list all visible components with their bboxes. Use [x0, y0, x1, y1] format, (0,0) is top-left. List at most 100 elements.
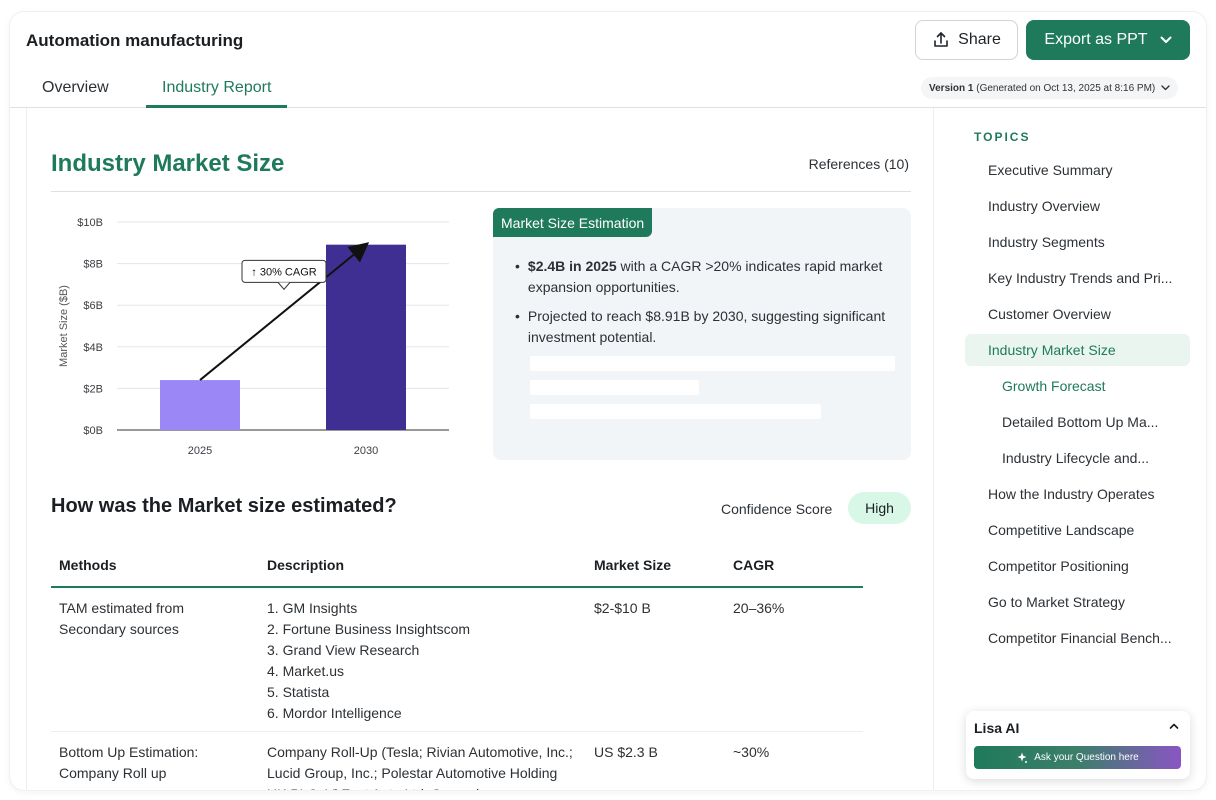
y-axis-label: Market Size ($B) [58, 285, 70, 367]
app-window: Automation manufacturing Share Export as… [10, 12, 1206, 790]
sparkle-icon [1017, 752, 1028, 763]
topic-label: Growth Forecast [1002, 378, 1106, 394]
ask-question-input[interactable]: Ask your Question here [974, 746, 1181, 769]
methods-table: Methods Description Market Size CAGR TAM… [51, 552, 863, 790]
topic-label: Industry Lifecycle and... [1002, 450, 1150, 466]
y-tick-label: $2B [83, 383, 103, 395]
estimation-bullet: • $2.4B in 2025 with a CAGR >20% indicat… [515, 256, 895, 298]
loading-skeleton [530, 404, 821, 419]
loading-skeleton [530, 356, 895, 371]
y-tick-label: $10B [77, 217, 103, 229]
cagr-callout-pointer [277, 282, 291, 291]
list-item: 3. Grand View Research [267, 642, 420, 658]
y-tick-label: $4B [83, 342, 103, 354]
y-tick-label: $8B [83, 259, 103, 271]
divider [51, 191, 911, 192]
topic-label: Competitor Positioning [988, 558, 1129, 574]
topics-label: TOPICS [974, 130, 1031, 144]
method-cell: TAM estimated from Secondary sources [51, 587, 259, 732]
topic-label: Go to Market Strategy [988, 594, 1125, 610]
chart-svg: $0B $2B $4B $6B $8B $10B Market Size ($B) 2025 2… [58, 217, 449, 457]
loading-skeleton [530, 380, 699, 395]
market-size-chart: $0B $2B $4B $6B $8B $10B Market Size ($B) 2025 2… [51, 208, 461, 468]
estimation-method-title: How was the Market size estimated? [51, 495, 397, 517]
section-title: Industry Market Size [51, 150, 285, 177]
column-header-market-size: Market Size [586, 552, 725, 588]
cagr-cell: ~30% [725, 731, 863, 790]
estimation-bullet: • Projected to reach $8.91B by 2030, sug… [515, 306, 895, 348]
tab-industry-report[interactable]: Industry Report [146, 79, 288, 108]
bullet-dot: • [515, 308, 520, 324]
topic-item[interactable]: Key Industry Trends and Pri... [965, 262, 1190, 294]
list-item: 6. Mordor Intelligence [267, 705, 402, 721]
market-size-estimation-card: Market Size Estimation • $2.4B in 2025 w… [493, 208, 911, 460]
column-header-cagr: CAGR [725, 552, 863, 588]
version-selector[interactable]: Version 1 (Generated on Oct 13, 2025 at … [921, 77, 1179, 99]
description-cell: Company Roll-Up (Tesla; Rivian Automotiv… [259, 731, 586, 790]
confidence-badge: High [848, 492, 911, 524]
estimation-bullets: • $2.4B in 2025 with a CAGR >20% indicat… [515, 256, 895, 356]
list-item: 4. Market.us [267, 663, 345, 679]
topic-item[interactable]: Competitor Positioning [965, 550, 1190, 582]
topic-label: Competitor Financial Bench... [988, 630, 1172, 646]
topic-item[interactable]: Competitor Financial Bench... [965, 622, 1190, 654]
market-size-cell: $2-$10 B [586, 587, 725, 732]
lisa-ai-widget: Lisa AI Ask your Question here [966, 711, 1190, 779]
chevron-down-icon [1160, 36, 1172, 43]
topic-item[interactable]: Industry Segments [965, 226, 1190, 258]
bullet-highlight: $2.4B in 2025 [527, 258, 617, 274]
topic-label: Industry Segments [988, 234, 1105, 250]
page-title: Automation manufacturing [26, 31, 244, 50]
topic-item[interactable]: Competitive Landscape [965, 514, 1190, 546]
table-row: TAM estimated from Secondary sources 1. … [51, 587, 863, 732]
export-ppt-button[interactable]: Export as PPT [1026, 20, 1190, 60]
version-generated: (Generated on Oct 13, 2025 at 8:16 PM) [976, 82, 1156, 94]
topic-label: Detailed Bottom Up Ma... [1002, 414, 1159, 430]
y-tick-label: $0B [83, 425, 103, 437]
list-item: 1. GM Insights [267, 600, 358, 616]
version-label: Version 1 [929, 82, 974, 94]
share-button[interactable]: Share [915, 20, 1018, 60]
topic-item[interactable]: Customer Overview [965, 298, 1190, 330]
subtopic-item[interactable]: Detailed Bottom Up Ma... [965, 406, 1190, 438]
method-cell: Bottom Up Estimation: Company Roll up [51, 731, 259, 790]
topic-item[interactable]: How the Industry Operates [965, 478, 1190, 510]
x-tick-label: 2025 [188, 445, 212, 457]
report-content: Industry Market Size References (10) $0B… [26, 108, 934, 790]
ask-question-placeholder: Ask your Question here [1034, 752, 1139, 763]
column-header-methods: Methods [51, 552, 259, 588]
share-icon [934, 32, 948, 47]
topic-label: Industry Market Size [988, 342, 1116, 358]
bullet-dot: • [515, 258, 520, 274]
confidence-label: Confidence Score [721, 501, 833, 517]
topic-label: Key Industry Trends and Pri... [988, 270, 1173, 286]
topic-label: Industry Overview [988, 198, 1101, 214]
share-label: Share [958, 31, 1001, 48]
bullet-text: Projected to reach $8.91B by 2030, sugge… [527, 308, 886, 345]
chevron-down-icon [1161, 85, 1170, 91]
topic-item-active[interactable]: Industry Market Size [965, 334, 1190, 366]
x-tick-label: 2030 [354, 445, 378, 457]
subtopic-item-active[interactable]: Growth Forecast [965, 370, 1190, 402]
lisa-title: Lisa AI [974, 720, 1020, 736]
estimation-tag: Market Size Estimation [493, 208, 653, 237]
tab-overview[interactable]: Overview [42, 79, 109, 108]
references-link[interactable]: References (10) [809, 156, 909, 172]
list-item: 5. Statista [267, 684, 330, 700]
source-list: 1. GM Insights 2. Fortune Business Insig… [267, 598, 578, 724]
topic-item[interactable]: Go to Market Strategy [965, 586, 1190, 618]
market-size-cell: US $2.3 B [586, 731, 725, 790]
chevron-up-icon[interactable] [1168, 720, 1180, 732]
y-tick-label: $6B [83, 300, 103, 312]
topic-item[interactable]: Executive Summary [965, 154, 1190, 186]
topic-item[interactable]: Industry Overview [965, 190, 1190, 222]
export-label: Export as PPT [1044, 31, 1148, 48]
table-header-row: Methods Description Market Size CAGR [51, 552, 863, 588]
description-cell: 1. GM Insights 2. Fortune Business Insig… [259, 587, 586, 732]
column-header-description: Description [259, 552, 586, 588]
subtopic-item[interactable]: Industry Lifecycle and... [965, 442, 1190, 474]
topic-label: Competitive Landscape [988, 522, 1135, 538]
table-row: Bottom Up Estimation: Company Roll up Co… [51, 731, 863, 790]
list-item: 2. Fortune Business Insightscom [267, 621, 471, 637]
topic-label: How the Industry Operates [988, 486, 1155, 502]
